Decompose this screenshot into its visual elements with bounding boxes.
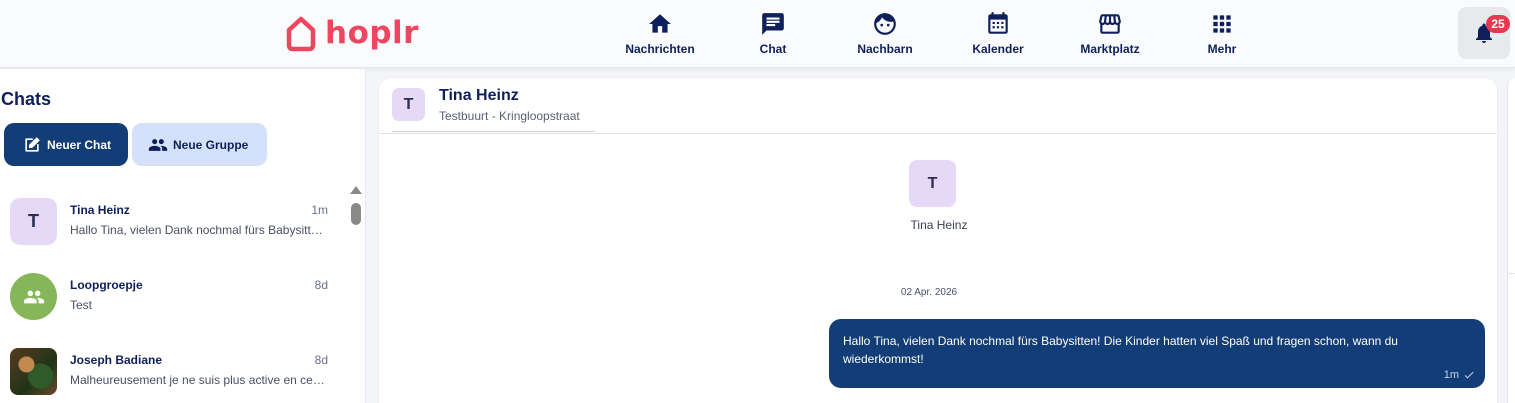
nav-chat[interactable]: Chat (718, 11, 828, 56)
chat-preview: Test (70, 298, 93, 312)
house-logo-icon (286, 16, 316, 52)
message-text: Hallo Tina, vielen Dank nochmal fürs Bab… (843, 334, 1398, 366)
nav-label: Nachrichten (625, 42, 695, 56)
chat-icon (762, 13, 784, 35)
chat-preview: Hallo Tina, vielen Dank nochmal fürs Bab… (70, 223, 326, 237)
conversation-title[interactable]: Tina Heinz (439, 87, 519, 105)
new-chat-button[interactable]: Neuer Chat (4, 123, 128, 166)
chat-preview: Malheureusement je ne suis plus active e… (70, 373, 326, 387)
conversation-header: T Tina Heinz Testbuurt - Kringloopstraat (379, 78, 1497, 134)
divider (1508, 273, 1515, 274)
sent-message-bubble[interactable]: Hallo Tina, vielen Dank nochmal fürs Bab… (829, 319, 1485, 388)
chat-time: 8d (314, 278, 328, 292)
nav-label: Kalender (972, 42, 1024, 56)
top-navigation-bar: hoplr Nachrichten Chat Nachbarn Kalender… (0, 0, 1515, 68)
intro-name: Tina Heinz (910, 218, 968, 232)
nav-label: Nachbarn (857, 42, 913, 56)
avatar: T (10, 198, 57, 245)
chat-item-joseph-badiane[interactable]: Joseph Badiane 8d Malheureusement je ne … (0, 331, 346, 403)
edit-square-icon (25, 136, 40, 152)
nav-mehr[interactable]: Mehr (1167, 11, 1277, 56)
nav-marktplatz[interactable]: Marktplatz (1055, 11, 1165, 56)
conversation-panel: T Tina Heinz Testbuurt - Kringloopstraat… (379, 78, 1497, 403)
side-panel-edge (1507, 78, 1515, 403)
nav-label: Chat (759, 42, 787, 56)
face-icon (874, 13, 896, 35)
chat-name: Tina Heinz (70, 203, 130, 217)
chat-time: 8d (314, 353, 328, 367)
profile-photo (10, 348, 57, 395)
intro-avatar: T (909, 160, 956, 207)
calendar-icon (988, 12, 1008, 34)
header-divider (392, 131, 595, 132)
storefront-icon (1099, 14, 1121, 34)
nav-kalender[interactable]: Kalender (943, 11, 1053, 56)
chats-title: Chats (1, 89, 52, 109)
logo-text: hoplr (325, 15, 419, 51)
nav-nachbarn[interactable]: Nachbarn (830, 11, 940, 56)
group-icon (23, 290, 44, 303)
apps-grid-icon (1213, 15, 1231, 33)
date-separator: 02 Apr. 2026 (900, 287, 958, 298)
chat-time: 1m (311, 203, 328, 217)
nav-nachrichten[interactable]: Nachrichten (605, 11, 715, 56)
conversation-subtitle: Testbuurt - Kringloopstraat (439, 109, 580, 123)
chat-item-loopgroepje[interactable]: Loopgroepje 8d Test (0, 256, 346, 331)
new-chat-label: Neuer Chat (47, 137, 112, 152)
chat-item-tina-heinz[interactable]: T Tina Heinz 1m Hallo Tina, vielen Dank … (0, 181, 346, 256)
notifications-button[interactable]: 25 (1458, 7, 1510, 59)
check-icon (1464, 371, 1474, 379)
nav-label: Mehr (1207, 42, 1237, 56)
notification-count-badge: 25 (1486, 15, 1510, 33)
nav-label: Marktplatz (1080, 42, 1140, 56)
new-group-button[interactable]: Neue Gruppe (132, 123, 267, 166)
avatar[interactable]: T (392, 88, 425, 121)
message-meta: 1m (1444, 366, 1475, 384)
chat-name: Joseph Badiane (70, 353, 163, 367)
group-icon (148, 138, 168, 151)
avatar (10, 273, 57, 320)
chat-name: Loopgroepje (70, 278, 143, 292)
chat-list: T Tina Heinz 1m Hallo Tina, vielen Dank … (0, 181, 346, 403)
scroll-up-arrow-icon[interactable] (350, 186, 362, 194)
home-icon (649, 14, 671, 33)
scrollbar-thumb[interactable] (351, 203, 361, 225)
chats-sidebar: Chats Neuer Chat Neue Gruppe T Tina Hein… (0, 69, 366, 403)
message-time: 1m (1443, 369, 1459, 381)
hoplr-logo[interactable]: hoplr (284, 14, 419, 52)
new-group-label: Neue Gruppe (173, 137, 249, 152)
